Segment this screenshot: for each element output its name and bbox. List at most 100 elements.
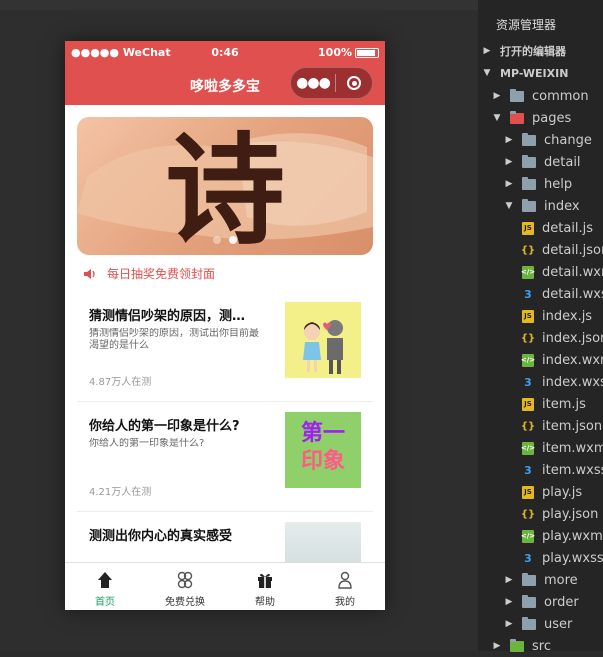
tree-item-index-wxml[interactable]: </> index.wxml bbox=[521, 349, 603, 371]
tab-help[interactable]: 帮助 bbox=[225, 563, 305, 610]
quiz-card[interactable]: 测测出你内心的真实感受 bbox=[77, 511, 373, 563]
tree-item-label: index.json bbox=[542, 330, 603, 346]
tree-item-play-wxml[interactable]: </> play.wxml bbox=[521, 525, 603, 547]
json-file-icon: {} bbox=[520, 508, 536, 520]
carousel-dot[interactable] bbox=[213, 236, 221, 244]
tab-bar: 首页 免费兑换 帮助 我的 bbox=[65, 562, 385, 610]
open-editors-section[interactable]: ▶ 打开的编辑器 bbox=[482, 40, 566, 62]
carousel-dot-active[interactable] bbox=[229, 236, 237, 244]
tree-item-label: item.js bbox=[542, 396, 586, 412]
tab-mine[interactable]: 我的 bbox=[305, 563, 385, 610]
tree-item-label: index.wxml bbox=[542, 352, 603, 368]
tree-item-index-wxss[interactable]: 3 index.wxss bbox=[522, 371, 603, 393]
file-explorer: 资源管理器 ▶ 打开的编辑器 ▼ MP-WEIXIN ▶ common ▼ pages… bbox=[478, 0, 603, 654]
banner-artwork: 诗 bbox=[77, 120, 373, 255]
quiz-card[interactable]: 你给人的第一印象是什么? 你给人的第一印象是什么? 4.21万人在测 第一 印象 bbox=[77, 401, 373, 512]
tab-label: 我的 bbox=[335, 597, 355, 608]
tree-item-pages[interactable]: ▼ pages bbox=[492, 107, 571, 129]
user-icon bbox=[338, 571, 352, 589]
tree-item-change[interactable]: ▶ change bbox=[504, 129, 592, 151]
tab-exchange[interactable]: 免费兑换 bbox=[145, 563, 225, 610]
card-thumbnail: 第一 印象 bbox=[285, 412, 361, 488]
tree-item-label: more bbox=[544, 572, 578, 588]
tab-label: 首页 bbox=[95, 597, 115, 608]
wxml-file-icon: </> bbox=[521, 353, 535, 367]
tree-item-detail-js[interactable]: JS detail.js bbox=[522, 217, 593, 239]
tree-item-detail[interactable]: ▶ detail bbox=[504, 151, 581, 173]
tree-item-help[interactable]: ▶ help bbox=[504, 173, 572, 195]
tree-item-item-js[interactable]: JS item.js bbox=[522, 393, 586, 415]
folder-icon bbox=[510, 88, 524, 102]
chevron-down-icon: ▼ bbox=[493, 113, 501, 123]
js-file-icon: JS bbox=[522, 309, 534, 323]
folder-open-icon bbox=[510, 110, 524, 124]
chevron-right-icon: ▶ bbox=[493, 641, 501, 651]
target-icon bbox=[347, 76, 361, 90]
js-file-icon: JS bbox=[522, 397, 534, 411]
tree-item-src[interactable]: ▶ src bbox=[492, 635, 551, 657]
notice-bar[interactable]: 每日抽奖免费领封面 bbox=[83, 265, 215, 282]
tree-item-label: item.wxml bbox=[542, 440, 603, 456]
project-section[interactable]: ▼ MP-WEIXIN bbox=[482, 62, 569, 84]
tree-item-label: src bbox=[532, 638, 551, 654]
tree-item-label: index bbox=[544, 198, 580, 214]
tree-item-common[interactable]: ▶ common bbox=[492, 85, 589, 107]
chevron-right-icon: ▶ bbox=[505, 135, 513, 145]
couple-illustration bbox=[303, 320, 343, 374]
js-file-icon: JS bbox=[522, 485, 534, 499]
wxss-file-icon: 3 bbox=[524, 375, 532, 389]
tree-item-item-wxss[interactable]: 3 item.wxss bbox=[522, 459, 603, 481]
exchange-icon bbox=[177, 571, 193, 589]
tree-item-play-js[interactable]: JS play.js bbox=[522, 481, 582, 503]
tree-item-label: play.json bbox=[542, 506, 599, 522]
tree-item-detail-wxml[interactable]: </> detail.wxml bbox=[521, 261, 603, 283]
explorer-header: 资源管理器 bbox=[496, 18, 557, 32]
tree-item-label: index.js bbox=[542, 308, 593, 324]
json-file-icon: {} bbox=[520, 244, 536, 256]
wxml-file-icon: </> bbox=[521, 441, 535, 455]
tree-item-label: item.json bbox=[542, 418, 603, 434]
more-dots-icon[interactable]: ●●● bbox=[291, 75, 335, 91]
battery-icon bbox=[355, 47, 379, 58]
close-miniprogram-button[interactable] bbox=[336, 76, 372, 90]
folder-icon bbox=[510, 638, 524, 652]
folder-icon bbox=[522, 176, 536, 190]
wxss-file-icon: 3 bbox=[524, 551, 532, 565]
status-time: 0:46 bbox=[211, 45, 239, 59]
card-thumbnail bbox=[285, 302, 361, 378]
tree-item-label: help bbox=[544, 176, 573, 192]
js-file-icon: JS bbox=[522, 221, 534, 235]
tree-item-item-json[interactable]: {} item.json bbox=[520, 415, 603, 437]
json-file-icon: {} bbox=[520, 420, 536, 432]
quiz-card[interactable]: 猜测情侣吵架的原因，测… 猜测情侣吵架的原因，测试出你目前最渴望的是什么 4.8… bbox=[77, 291, 373, 402]
tree-item-order[interactable]: ▶ order bbox=[504, 591, 579, 613]
gift-icon bbox=[258, 573, 272, 588]
page-content: 诗 每日抽奖免费领封面 猜测情侣吵架的原因，测… 猜测情侣吵架的原因，测试出你目… bbox=[65, 105, 385, 563]
tree-item-index-json[interactable]: {} index.json bbox=[521, 327, 603, 349]
tree-item-label: detail.wxss bbox=[542, 286, 603, 302]
tree-item-user[interactable]: ▶ user bbox=[504, 613, 572, 635]
tree-item-detail-wxss[interactable]: 3 detail.wxss bbox=[522, 283, 603, 305]
tab-home[interactable]: 首页 bbox=[65, 563, 145, 610]
navigation-bar: 哆啦多多宝 ●●● bbox=[65, 63, 385, 105]
notice-text: 每日抽奖免费领封面 bbox=[107, 267, 216, 281]
chevron-right-icon: ▶ bbox=[493, 91, 501, 101]
wxss-file-icon: 3 bbox=[524, 287, 532, 301]
banner-carousel[interactable]: 诗 bbox=[77, 117, 373, 255]
tree-item-item-wxml[interactable]: </> item.wxml bbox=[521, 437, 603, 459]
card-title: 你给人的第一印象是什么? bbox=[89, 419, 240, 434]
tree-item-play-wxss[interactable]: 3 play.wxss bbox=[522, 547, 603, 569]
tree-item-index-js[interactable]: JS index.js bbox=[522, 305, 592, 327]
tree-item-label: detail.wxml bbox=[542, 264, 603, 280]
card-participants: 4.21万人在测 bbox=[89, 487, 152, 498]
chevron-down-icon: ▼ bbox=[505, 201, 513, 211]
tree-item-label: user bbox=[544, 616, 573, 632]
tree-item-index[interactable]: ▼ index bbox=[504, 195, 580, 217]
chevron-right-icon: ▶ bbox=[505, 575, 513, 585]
folder-icon bbox=[522, 572, 536, 586]
tab-label: 免费兑换 bbox=[165, 597, 205, 608]
tree-item-detail-json[interactable]: {} detail.json bbox=[520, 239, 603, 261]
tree-item-play-json[interactable]: {} play.json bbox=[520, 503, 599, 525]
tree-item-more[interactable]: ▶ more bbox=[504, 569, 578, 591]
folder-open-icon bbox=[522, 198, 536, 212]
